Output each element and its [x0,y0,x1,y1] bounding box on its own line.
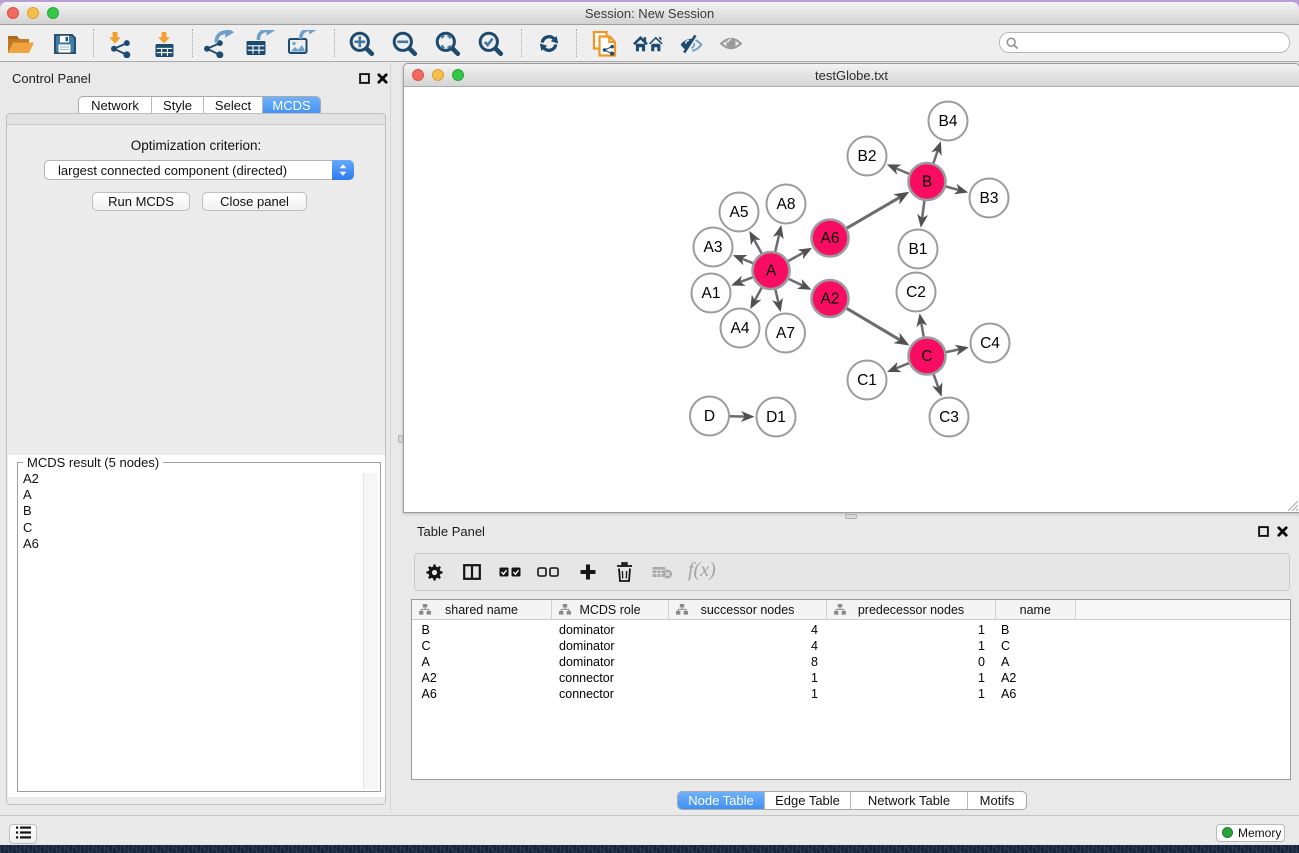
svg-text:C: C [921,348,932,365]
svg-text:B4: B4 [939,113,958,130]
svg-text:B1: B1 [909,241,928,258]
svg-text:D1: D1 [766,409,786,426]
svg-text:A: A [766,263,777,280]
svg-text:D: D [704,408,715,425]
svg-text:C1: C1 [857,372,877,389]
svg-text:A3: A3 [704,239,723,256]
svg-text:C3: C3 [939,409,959,426]
svg-text:B: B [922,174,932,191]
svg-text:C4: C4 [980,335,1000,352]
svg-text:B2: B2 [858,148,877,165]
svg-text:A5: A5 [730,204,749,221]
svg-text:A6: A6 [821,230,840,247]
svg-text:C2: C2 [906,284,926,301]
svg-text:B3: B3 [980,190,999,207]
svg-text:A2: A2 [821,291,840,308]
svg-text:A7: A7 [776,325,795,342]
svg-text:A8: A8 [777,196,796,213]
svg-text:A4: A4 [731,320,750,337]
svg-text:A1: A1 [702,285,721,302]
